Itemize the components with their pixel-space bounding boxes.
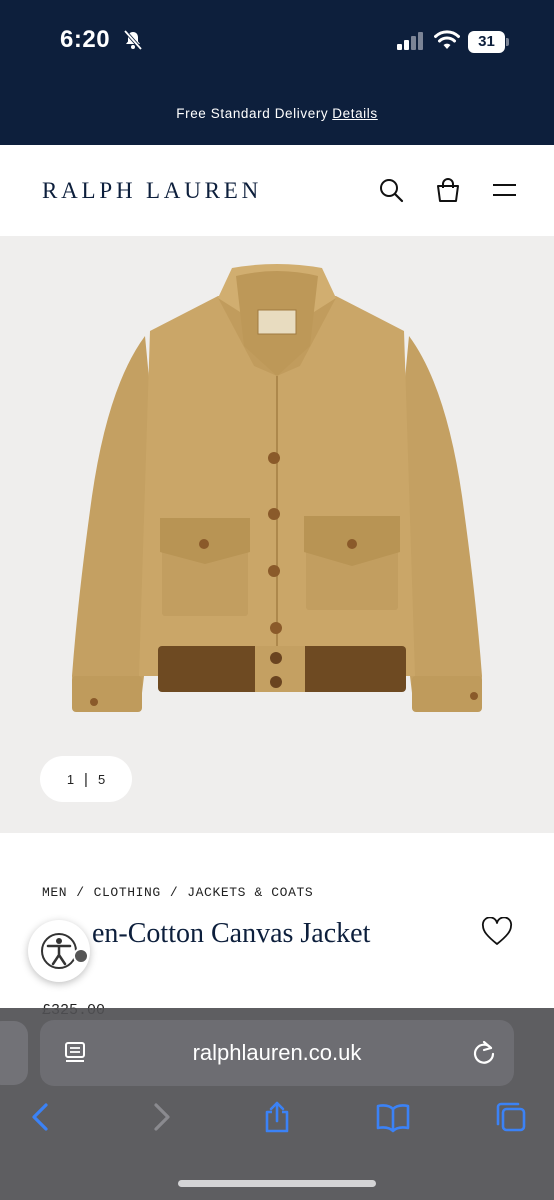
hamburger-menu-icon[interactable] [490, 176, 518, 204]
breadcrumb: MEN / CLOTHING / JACKETS & COATS [42, 885, 313, 900]
pager-total: 5 [97, 771, 106, 787]
shopping-bag-icon[interactable] [434, 176, 462, 204]
pager-separator: | [84, 770, 88, 788]
close-icon[interactable] [73, 948, 89, 964]
breadcrumb-jackets-coats[interactable]: JACKETS & COATS [187, 885, 313, 900]
top-banner: 6:20 31 Free Standard Delivery Details [0, 0, 554, 145]
promo-banner: Free Standard Delivery Details [0, 106, 554, 121]
cellular-signal-icon [397, 32, 423, 50]
breadcrumb-clothing[interactable]: CLOTHING [94, 885, 161, 900]
product-image-gallery[interactable]: 1 | 5 [0, 236, 554, 833]
bookmarks-icon[interactable] [376, 1100, 410, 1134]
accessibility-button[interactable] [28, 920, 96, 982]
reload-icon[interactable] [470, 1039, 498, 1067]
breadcrumb-men[interactable]: MEN [42, 885, 67, 900]
breadcrumb-separator: / [76, 885, 85, 900]
url-text[interactable]: ralphlauren.co.uk [40, 1040, 514, 1066]
breadcrumb-separator: / [169, 885, 179, 900]
previous-tab-edge[interactable] [0, 1021, 28, 1085]
battery-level: 31 [478, 33, 495, 50]
share-icon[interactable] [260, 1100, 294, 1134]
promo-text: Free Standard Delivery [176, 106, 329, 121]
bell-off-icon [123, 29, 143, 51]
tabs-icon[interactable] [494, 1100, 528, 1134]
battery-icon: 31 [468, 31, 510, 53]
address-bar[interactable]: ralphlauren.co.uk [40, 1020, 514, 1086]
image-pager: 1 | 5 [40, 756, 132, 802]
brand-logo[interactable]: RALPH LAUREN [42, 178, 262, 204]
promo-details-link[interactable]: Details [332, 106, 377, 121]
wishlist-heart-icon[interactable] [481, 917, 513, 947]
search-icon[interactable] [377, 176, 405, 204]
status-time: 6:20 [60, 26, 111, 53]
back-icon[interactable] [24, 1100, 58, 1134]
product-image [72, 264, 482, 712]
site-header: RALPH LAUREN [0, 145, 554, 236]
forward-icon[interactable] [144, 1100, 178, 1134]
wifi-icon [434, 30, 460, 49]
pager-current: 1 [66, 771, 75, 787]
product-title: en-Cotton Canvas Jacket [92, 918, 371, 949]
home-indicator[interactable] [178, 1180, 376, 1187]
accessibility-icon [41, 933, 77, 969]
